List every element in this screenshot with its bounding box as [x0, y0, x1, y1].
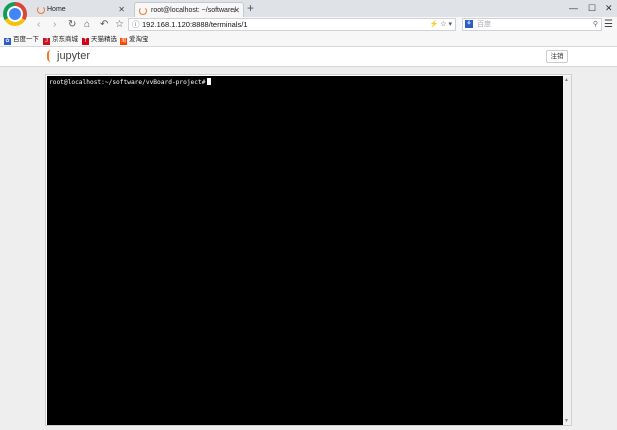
title-bar: Home ✕ root@localhost: ~/software/v ✕ + …: [0, 0, 617, 26]
jupyter-favicon-icon: [139, 7, 147, 15]
jupyter-favicon-icon: [37, 6, 45, 14]
close-window-icon[interactable]: ✕: [605, 2, 613, 14]
jd-icon: J: [43, 38, 50, 45]
star-icon[interactable]: ☆: [440, 21, 446, 28]
bookmark-tmall[interactable]: T 天猫精选: [82, 35, 117, 45]
prompt-text: root@localhost:~/software/vvBoard-projec…: [49, 79, 206, 86]
search-engine-icon[interactable]: ⚘: [465, 20, 473, 28]
paw-icon: ✿: [4, 38, 11, 45]
reload-icon[interactable]: ↻: [68, 18, 76, 32]
bookmark-star-icon[interactable]: ☆: [115, 18, 124, 32]
terminal[interactable]: root@localhost:~/software/vvBoard-projec…: [47, 76, 563, 425]
bookmark-label: 天猫精选: [91, 36, 117, 43]
search-box[interactable]: ⚘ 百度 ⚲: [462, 18, 602, 31]
jupyter-logo-icon: [47, 50, 54, 62]
tab-title: root@localhost: ~/software/v: [151, 7, 236, 14]
forward-icon[interactable]: ›: [53, 18, 56, 32]
close-tab-icon[interactable]: ✕: [233, 3, 240, 18]
maximize-icon[interactable]: ☐: [588, 2, 596, 14]
bookmarks-bar: ✿ 百度一下 J 京东商城 T 天猫精选 淘爱淘宝: [0, 33, 617, 47]
search-placeholder: 百度: [477, 21, 491, 28]
search-icon[interactable]: ⚲: [593, 19, 598, 30]
info-icon: ⓘ: [132, 20, 140, 29]
minimize-icon[interactable]: —: [569, 2, 578, 14]
address-bar[interactable]: ⓘ 192.168.1.120:8888/terminals/1 ⚡ ☆ ▾: [128, 18, 456, 31]
browser-toolbar: ‹ › ↻ ⌂ ↶ ☆ ⓘ 192.168.1.120:8888/termina…: [0, 17, 617, 33]
new-tab-icon[interactable]: +: [247, 1, 254, 16]
bookmark-label: 爱淘宝: [129, 36, 149, 43]
address-actions: ⚡ ☆ ▾: [430, 19, 452, 30]
bookmark-taobao[interactable]: 淘爱淘宝: [120, 35, 149, 45]
logout-button[interactable]: 注销: [546, 50, 568, 63]
scroll-up-icon[interactable]: ▲: [564, 77, 569, 83]
close-tab-icon[interactable]: ✕: [118, 2, 125, 17]
terminal-prompt: root@localhost:~/software/vvBoard-projec…: [49, 78, 212, 87]
home-icon[interactable]: ⌂: [84, 18, 90, 32]
browser-logo-icon[interactable]: [3, 2, 27, 26]
terminal-scrollbar[interactable]: ▲ ▼: [563, 76, 571, 425]
tab-terminal[interactable]: root@localhost: ~/software/v ✕: [134, 2, 244, 17]
undo-icon[interactable]: ↶: [100, 18, 108, 32]
terminal-cursor: [207, 78, 212, 85]
taobao-icon: 淘: [120, 38, 127, 45]
scroll-down-icon[interactable]: ▼: [564, 418, 569, 424]
jupyter-header: jupyter 注销: [0, 47, 617, 67]
tab-home[interactable]: Home ✕: [33, 2, 128, 17]
bookmark-jd[interactable]: J 京东商城: [43, 35, 78, 45]
jupyter-logo-text: jupyter: [57, 50, 91, 62]
back-icon[interactable]: ‹: [37, 18, 40, 32]
bookmark-label: 京东商城: [52, 36, 78, 43]
bookmark-baidu[interactable]: ✿ 百度一下: [4, 35, 39, 45]
lightning-icon[interactable]: ⚡: [430, 21, 439, 28]
tmall-icon: T: [82, 38, 89, 45]
menu-icon[interactable]: ☰: [604, 18, 613, 32]
bookmark-label: 百度一下: [13, 36, 39, 43]
address-text: 192.168.1.120:8888/terminals/1: [142, 20, 248, 29]
dropdown-icon[interactable]: ▾: [448, 21, 452, 28]
